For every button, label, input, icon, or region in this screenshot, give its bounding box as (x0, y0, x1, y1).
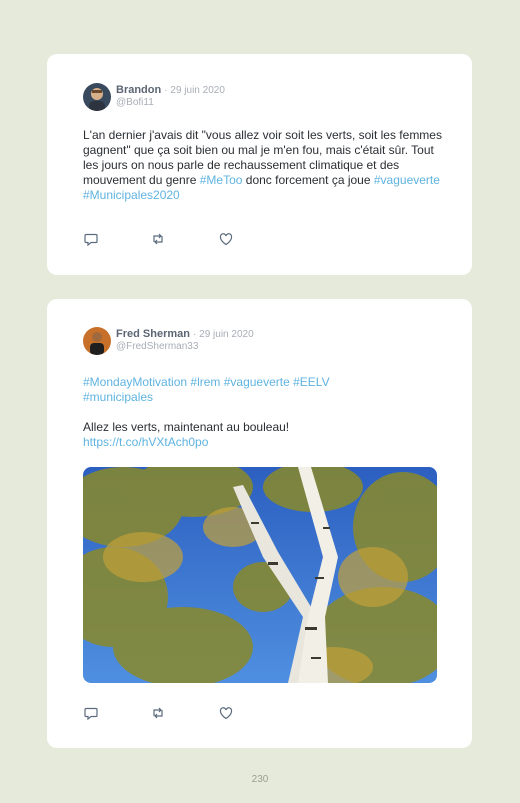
avatar[interactable] (83, 327, 111, 355)
like-icon[interactable] (218, 705, 234, 721)
hashtag[interactable]: #Municipales2020 (83, 188, 180, 202)
hashtag[interactable]: #MeToo (200, 173, 243, 187)
author-name[interactable]: Brandon (116, 84, 161, 96)
tweet-date: · 29 juin 2020 (164, 85, 225, 96)
tweet-text: L'an dernier j'avais dit "vous allez voi… (83, 128, 443, 203)
author-handle[interactable]: @Bofi11 (116, 97, 154, 108)
retweet-icon[interactable] (150, 705, 166, 721)
tweet-photo[interactable] (83, 467, 437, 683)
avatar[interactable] (83, 83, 111, 111)
tweet-card: Fred Sherman · 29 juin 2020 @FredSherman… (47, 299, 472, 748)
tweet-text: Allez les verts, maintenant au bouleau! (83, 420, 290, 434)
page-number: 230 (251, 774, 269, 785)
reply-icon[interactable] (83, 705, 99, 721)
reply-icon[interactable] (83, 231, 99, 247)
text-segment: donc forcement ça joue (242, 173, 374, 187)
tweet-actions (83, 231, 243, 247)
retweet-icon[interactable] (150, 231, 166, 247)
author-handle[interactable]: @FredSherman33 (116, 341, 198, 352)
tweet-link[interactable]: https://t.co/hVXtAch0po (83, 435, 443, 450)
tweet-card: Brandon · 29 juin 2020 @Bofi11 L'an dern… (47, 54, 472, 275)
author-name[interactable]: Fred Sherman (116, 328, 190, 340)
hashtag[interactable]: #vagueverte (374, 173, 440, 187)
tweet-hashtags[interactable]: #MondayMotivation #lrem #vagueverte #EEL… (83, 375, 383, 405)
tweet-date: · 29 juin 2020 (193, 329, 254, 340)
tweet-actions (83, 705, 243, 721)
like-icon[interactable] (218, 231, 234, 247)
